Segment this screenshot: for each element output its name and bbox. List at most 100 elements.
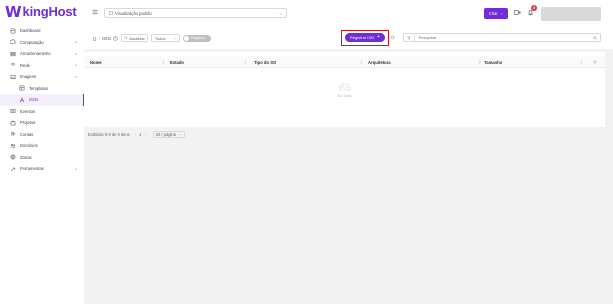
sort-icon[interactable]: [580, 60, 583, 64]
images-icon: [10, 74, 16, 80]
topbar: Visualização padrão Criar 3: [84, 0, 613, 27]
column-header-architecture[interactable]: Arquitetura: [368, 56, 484, 68]
highlight-box: [341, 29, 389, 46]
view-select-value: Visualização padrão: [115, 10, 152, 16]
sort-icon[interactable]: [478, 60, 481, 64]
sort-icon[interactable]: [360, 60, 363, 64]
column-label: Tamanho: [484, 59, 503, 65]
breadcrumb: / ISOs Atualizar Todos Registro: [92, 34, 211, 42]
next-page-button[interactable]: ›: [144, 132, 145, 137]
home-icon[interactable]: [92, 36, 97, 41]
chevron-down-icon: [500, 13, 503, 15]
iso-table: Nome Estado Tipo do SO Arquitetura Taman…: [84, 52, 605, 127]
sidebar-item-label: Rede: [20, 62, 31, 68]
sidebar-nav: Dashboard Computação Armazenamento Rede Imag…: [0, 25, 84, 175]
page-size-select[interactable]: 20 / página: [152, 131, 185, 138]
filter-icon[interactable]: [407, 36, 411, 40]
sidebar-item-label: Imagens: [20, 74, 37, 80]
sidebar-item-label: Contas: [20, 131, 34, 137]
reload-icon[interactable]: [390, 35, 395, 40]
column-label: Nome: [90, 59, 102, 65]
notification-badge: 3: [531, 5, 537, 11]
column-header-os-type[interactable]: Tipo do SO: [254, 56, 368, 68]
filter-select[interactable]: Todos: [151, 34, 180, 42]
breadcrumb-separator: /: [99, 35, 101, 41]
pagination-summary: Exibindo 0-0 de 0 itens: [88, 132, 130, 137]
sidebar-item-label: Projetos: [20, 120, 36, 126]
create-button[interactable]: Criar: [484, 8, 508, 19]
pagination: Exibindo 0-0 de 0 itens ‹ 1 › 20 / págin…: [88, 131, 185, 138]
logo-text: kingHost: [22, 4, 77, 19]
toggle-knob: [184, 35, 189, 41]
sidebar-item-eventos[interactable]: Eventos: [0, 106, 84, 118]
chevron-up-icon: [74, 75, 78, 78]
sidebar-item-label: Domínios: [20, 143, 38, 149]
refresh-button[interactable]: Atualizar: [120, 34, 149, 42]
project-switch-icon[interactable]: [514, 9, 521, 16]
sidebar-item-rede[interactable]: Rede: [0, 60, 84, 72]
sidebar-item-label: Ferramentas: [20, 166, 44, 172]
chevron-down-icon: [74, 52, 78, 55]
sidebar-item-ferramentas[interactable]: Ferramentas: [0, 163, 84, 175]
current-page[interactable]: 1: [139, 132, 141, 137]
empty-state: No Data: [84, 82, 605, 98]
sidebar-item-isos[interactable]: ISOs: [0, 94, 84, 106]
chevron-down-icon: [74, 41, 78, 44]
sidebar-item-label: Zonas: [20, 154, 32, 160]
crown-icon: W: [5, 3, 21, 21]
create-button-label: Criar: [488, 11, 498, 16]
accounts-icon: [10, 131, 16, 137]
sidebar-item-projetos[interactable]: Projetos: [0, 117, 84, 129]
dashboard-icon: [10, 28, 16, 34]
iso-icon: [19, 96, 25, 103]
sort-icon[interactable]: [244, 60, 247, 64]
sidebar-item-label: Armazenamento: [20, 51, 51, 57]
sidebar: W kingHost Dashboard Computação Armazename…: [0, 0, 84, 304]
tools-icon: [10, 166, 16, 172]
filter-select-value: Todos: [154, 35, 166, 41]
sidebar-item-zonas[interactable]: Zonas: [0, 152, 84, 164]
column-header-size[interactable]: Tamanho: [484, 56, 588, 68]
page-size-value: 20 / página: [155, 132, 176, 137]
register-toggle[interactable]: Registro: [183, 34, 211, 42]
page-toolbar: / ISOs Atualizar Todos Registro Registra…: [84, 27, 613, 49]
chevron-down-icon: [74, 167, 78, 170]
template-icon: [19, 85, 25, 91]
sidebar-item-imagens[interactable]: Imagens: [0, 71, 84, 83]
sort-icon[interactable]: [162, 60, 165, 64]
sidebar-item-label: Computação: [20, 39, 44, 45]
user-menu[interactable]: [541, 7, 601, 21]
empty-text: No Data: [337, 94, 352, 98]
sidebar-item-computacao[interactable]: Computação: [0, 37, 84, 49]
domains-icon: [10, 143, 16, 149]
search-input[interactable]: [418, 34, 579, 41]
chevron-down-icon: [179, 134, 182, 136]
table-header: Nome Estado Tipo do SO Arquitetura Taman…: [84, 56, 605, 68]
sidebar-item-dashboard[interactable]: Dashboard: [0, 25, 84, 37]
help-icon[interactable]: [113, 35, 118, 41]
column-header-state[interactable]: Estado: [170, 56, 254, 68]
column-header-name[interactable]: Nome: [90, 56, 170, 68]
breadcrumb-current: ISOs: [102, 35, 112, 41]
view-select[interactable]: Visualização padrão: [104, 8, 287, 18]
menu-icon[interactable]: [92, 9, 98, 15]
sidebar-item-label: ISOs: [29, 97, 39, 103]
kinghost-logo[interactable]: W kingHost: [5, 3, 77, 21]
sidebar-item-dominios[interactable]: Domínios: [0, 140, 84, 152]
column-label: Tipo do SO: [254, 59, 277, 65]
compute-icon: [10, 39, 16, 45]
sidebar-item-label: Templates: [29, 85, 49, 91]
prev-page-button[interactable]: ‹: [135, 132, 136, 137]
empty-inbox-icon: [338, 83, 351, 91]
sidebar-item-templates[interactable]: Templates: [0, 83, 84, 95]
list-icon: [109, 11, 113, 15]
sidebar-item-armazenamento[interactable]: Armazenamento: [0, 48, 84, 60]
zones-icon: [10, 154, 16, 160]
sidebar-item-contas[interactable]: Contas: [0, 129, 84, 141]
column-settings-icon[interactable]: [593, 60, 597, 64]
storage-icon: [10, 51, 16, 57]
search-divider: [414, 34, 415, 41]
chevron-down-icon: [279, 13, 283, 16]
search-icon[interactable]: [593, 36, 597, 40]
refresh-icon: [124, 36, 128, 40]
